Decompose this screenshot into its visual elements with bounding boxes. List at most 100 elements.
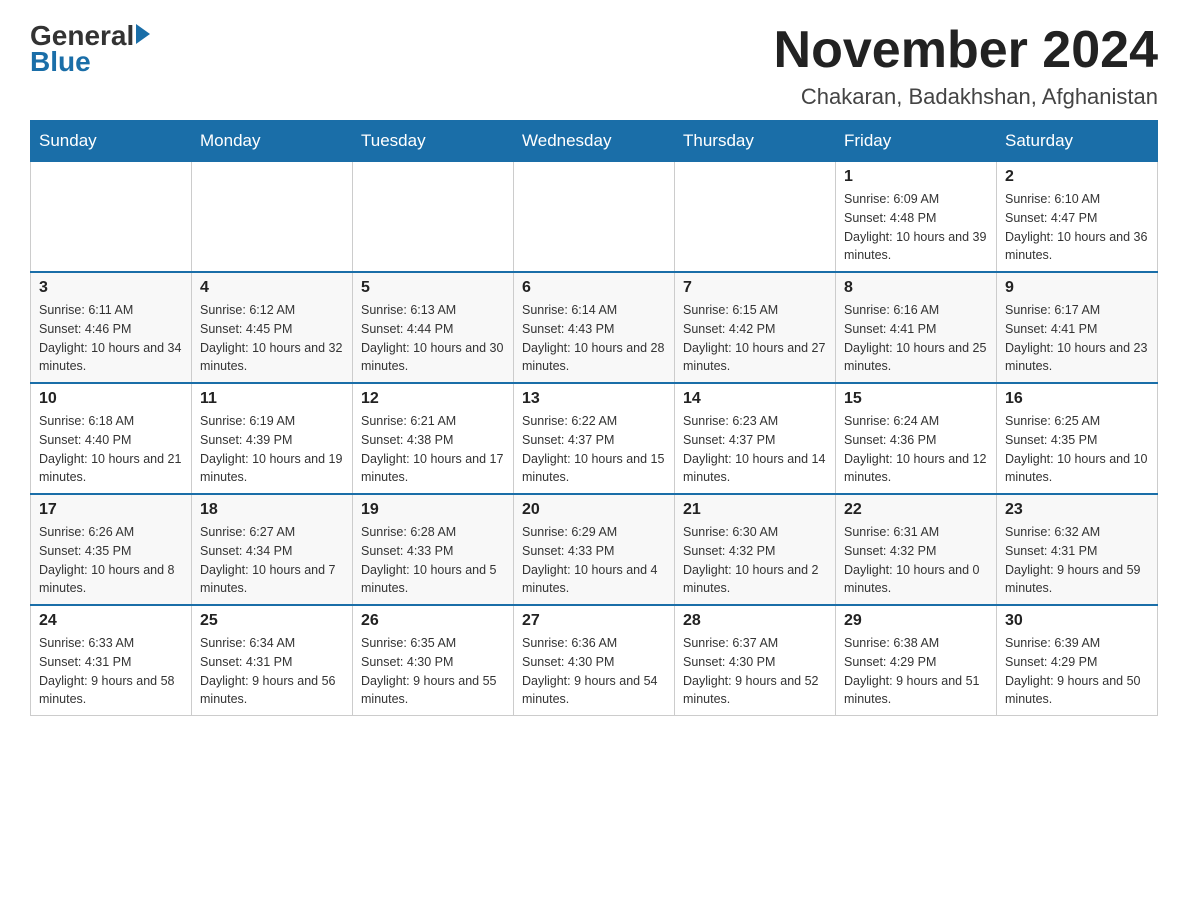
day-info: Sunrise: 6:09 AM Sunset: 4:48 PM Dayligh… (844, 190, 988, 265)
logo-arrow-icon (136, 24, 150, 44)
day-info: Sunrise: 6:27 AM Sunset: 4:34 PM Dayligh… (200, 523, 344, 598)
table-row: 9 Sunrise: 6:17 AM Sunset: 4:41 PM Daylig… (997, 272, 1158, 383)
day-number: 1 (844, 168, 988, 186)
day-number: 24 (39, 612, 183, 630)
day-number: 7 (683, 279, 827, 297)
table-row: 28 Sunrise: 6:37 AM Sunset: 4:30 PM Dayli… (675, 605, 836, 716)
table-row: 4 Sunrise: 6:12 AM Sunset: 4:45 PM Daylig… (192, 272, 353, 383)
day-info: Sunrise: 6:23 AM Sunset: 4:37 PM Dayligh… (683, 412, 827, 487)
table-row (353, 162, 514, 273)
table-row: 23Sunrise: 6:32 AM Sunset: 4:31 PM Dayli… (997, 494, 1158, 605)
day-number: 29 (844, 612, 988, 630)
day-info: Sunrise: 6:24 AM Sunset: 4:36 PM Dayligh… (844, 412, 988, 487)
day-number: 8 (844, 279, 988, 297)
day-info: Sunrise: 6:15 AM Sunset: 4:42 PM Dayligh… (683, 301, 827, 376)
header-thursday: Thursday (675, 121, 836, 162)
day-info: Sunrise: 6:29 AM Sunset: 4:33 PM Dayligh… (522, 523, 666, 598)
day-number: 25 (200, 612, 344, 630)
day-info: Sunrise: 6:18 AM Sunset: 4:40 PM Dayligh… (39, 412, 183, 487)
table-row: 2 Sunrise: 6:10 AM Sunset: 4:47 PM Daylig… (997, 162, 1158, 273)
day-info: Sunrise: 6:31 AM Sunset: 4:32 PM Dayligh… (844, 523, 988, 598)
table-row: 11Sunrise: 6:19 AM Sunset: 4:39 PM Dayli… (192, 383, 353, 494)
calendar-table: Sunday Monday Tuesday Wednesday Thursday… (30, 120, 1158, 716)
day-info: Sunrise: 6:16 AM Sunset: 4:41 PM Dayligh… (844, 301, 988, 376)
table-row (192, 162, 353, 273)
day-number: 10 (39, 390, 183, 408)
table-row: 7 Sunrise: 6:15 AM Sunset: 4:42 PM Daylig… (675, 272, 836, 383)
table-row: 25 Sunrise: 6:34 AM Sunset: 4:31 PM Dayli… (192, 605, 353, 716)
day-number: 20 (522, 501, 666, 519)
day-info: Sunrise: 6:38 AM Sunset: 4:29 PM Dayligh… (844, 634, 988, 709)
calendar-header-row: Sunday Monday Tuesday Wednesday Thursday… (31, 121, 1158, 162)
calendar-week-row: 24 Sunrise: 6:33 AM Sunset: 4:31 PM Dayli… (31, 605, 1158, 716)
table-row: 5 Sunrise: 6:13 AM Sunset: 4:44 PM Daylig… (353, 272, 514, 383)
day-info: Sunrise: 6:33 AM Sunset: 4:31 PM Dayligh… (39, 634, 183, 709)
header-saturday: Saturday (997, 121, 1158, 162)
table-row: 10 Sunrise: 6:18 AM Sunset: 4:40 PM Dayli… (31, 383, 192, 494)
day-info: Sunrise: 6:34 AM Sunset: 4:31 PM Dayligh… (200, 634, 344, 709)
day-number: 2 (1005, 168, 1149, 186)
table-row: 30Sunrise: 6:39 AM Sunset: 4:29 PM Dayli… (997, 605, 1158, 716)
day-info: Sunrise: 6:39 AM Sunset: 4:29 PM Dayligh… (1005, 634, 1149, 709)
day-info: Sunrise: 6:30 AM Sunset: 4:32 PM Dayligh… (683, 523, 827, 598)
day-number: 16 (1005, 390, 1149, 408)
table-row: 16 Sunrise: 6:25 AM Sunset: 4:35 PM Dayli… (997, 383, 1158, 494)
day-number: 6 (522, 279, 666, 297)
table-row: 13Sunrise: 6:22 AM Sunset: 4:37 PM Dayli… (514, 383, 675, 494)
day-info: Sunrise: 6:22 AM Sunset: 4:37 PM Dayligh… (522, 412, 666, 487)
day-number: 9 (1005, 279, 1149, 297)
table-row: 22Sunrise: 6:31 AM Sunset: 4:32 PM Dayli… (836, 494, 997, 605)
day-number: 11 (200, 390, 344, 408)
header-wednesday: Wednesday (514, 121, 675, 162)
day-number: 5 (361, 279, 505, 297)
header-monday: Monday (192, 121, 353, 162)
day-info: Sunrise: 6:36 AM Sunset: 4:30 PM Dayligh… (522, 634, 666, 709)
table-row: 18Sunrise: 6:27 AM Sunset: 4:34 PM Dayli… (192, 494, 353, 605)
table-row: 6 Sunrise: 6:14 AM Sunset: 4:43 PM Daylig… (514, 272, 675, 383)
logo-blue-text: Blue (30, 46, 91, 78)
table-row: 15 Sunrise: 6:24 AM Sunset: 4:36 PM Dayli… (836, 383, 997, 494)
day-info: Sunrise: 6:37 AM Sunset: 4:30 PM Dayligh… (683, 634, 827, 709)
day-info: Sunrise: 6:12 AM Sunset: 4:45 PM Dayligh… (200, 301, 344, 376)
table-row: 19Sunrise: 6:28 AM Sunset: 4:33 PM Dayli… (353, 494, 514, 605)
logo: General Blue (30, 20, 150, 78)
calendar-week-row: 3 Sunrise: 6:11 AM Sunset: 4:46 PM Daylig… (31, 272, 1158, 383)
page-header: General Blue November 2024 Chakaran, Bad… (30, 20, 1158, 110)
table-row: 20 Sunrise: 6:29 AM Sunset: 4:33 PM Dayli… (514, 494, 675, 605)
day-number: 4 (200, 279, 344, 297)
table-row: 21 Sunrise: 6:30 AM Sunset: 4:32 PM Dayli… (675, 494, 836, 605)
day-info: Sunrise: 6:13 AM Sunset: 4:44 PM Dayligh… (361, 301, 505, 376)
table-row (31, 162, 192, 273)
table-row: 26 Sunrise: 6:35 AM Sunset: 4:30 PM Dayli… (353, 605, 514, 716)
day-number: 3 (39, 279, 183, 297)
day-info: Sunrise: 6:35 AM Sunset: 4:30 PM Dayligh… (361, 634, 505, 709)
header-friday: Friday (836, 121, 997, 162)
table-row: 24 Sunrise: 6:33 AM Sunset: 4:31 PM Dayli… (31, 605, 192, 716)
day-info: Sunrise: 6:17 AM Sunset: 4:41 PM Dayligh… (1005, 301, 1149, 376)
table-row: 29 Sunrise: 6:38 AM Sunset: 4:29 PM Dayli… (836, 605, 997, 716)
day-number: 28 (683, 612, 827, 630)
day-info: Sunrise: 6:14 AM Sunset: 4:43 PM Dayligh… (522, 301, 666, 376)
header-sunday: Sunday (31, 121, 192, 162)
table-row (675, 162, 836, 273)
day-info: Sunrise: 6:21 AM Sunset: 4:38 PM Dayligh… (361, 412, 505, 487)
day-info: Sunrise: 6:26 AM Sunset: 4:35 PM Dayligh… (39, 523, 183, 598)
header-tuesday: Tuesday (353, 121, 514, 162)
day-info: Sunrise: 6:32 AM Sunset: 4:31 PM Dayligh… (1005, 523, 1149, 598)
day-info: Sunrise: 6:10 AM Sunset: 4:47 PM Dayligh… (1005, 190, 1149, 265)
day-info: Sunrise: 6:28 AM Sunset: 4:33 PM Dayligh… (361, 523, 505, 598)
day-number: 14 (683, 390, 827, 408)
day-number: 27 (522, 612, 666, 630)
day-number: 17 (39, 501, 183, 519)
table-row (514, 162, 675, 273)
day-number: 26 (361, 612, 505, 630)
table-row: 3 Sunrise: 6:11 AM Sunset: 4:46 PM Daylig… (31, 272, 192, 383)
day-info: Sunrise: 6:11 AM Sunset: 4:46 PM Dayligh… (39, 301, 183, 376)
day-info: Sunrise: 6:25 AM Sunset: 4:35 PM Dayligh… (1005, 412, 1149, 487)
day-number: 21 (683, 501, 827, 519)
table-row: 12 Sunrise: 6:21 AM Sunset: 4:38 PM Dayli… (353, 383, 514, 494)
location-subtitle: Chakaran, Badakhshan, Afghanistan (774, 84, 1158, 110)
day-number: 12 (361, 390, 505, 408)
day-number: 15 (844, 390, 988, 408)
table-row: 17 Sunrise: 6:26 AM Sunset: 4:35 PM Dayli… (31, 494, 192, 605)
